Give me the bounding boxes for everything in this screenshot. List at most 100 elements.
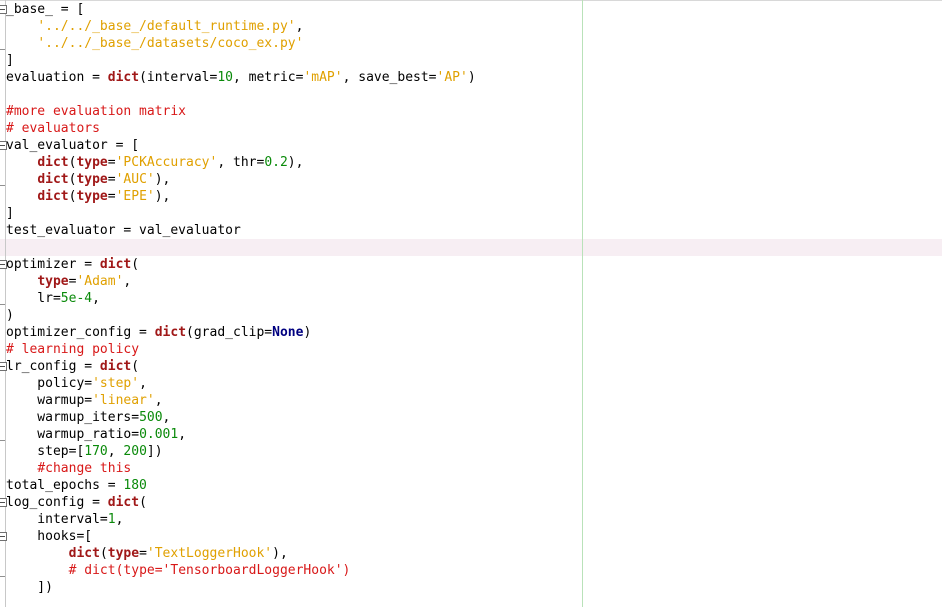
code-token: evaluation = bbox=[6, 70, 108, 85]
code-line[interactable]: policy='step', bbox=[6, 375, 147, 392]
code-line[interactable]: type='Adam', bbox=[6, 273, 131, 290]
fold-toggle-icon[interactable] bbox=[0, 532, 7, 541]
code-token: # evaluators bbox=[6, 121, 100, 136]
code-token: , bbox=[178, 427, 187, 442]
code-token: type bbox=[76, 172, 108, 187]
code-line[interactable]: lr_config = dict( bbox=[6, 358, 139, 375]
fold-end-marker bbox=[0, 304, 5, 305]
code-token: lr= bbox=[6, 291, 61, 306]
fold-toggle-icon[interactable] bbox=[0, 498, 7, 507]
fold-toggle-icon[interactable] bbox=[0, 260, 7, 269]
code-token: dict bbox=[107, 495, 140, 510]
code-token: type bbox=[76, 189, 108, 204]
code-line[interactable]: ]) bbox=[6, 579, 53, 596]
code-token: = bbox=[107, 172, 116, 187]
code-token: warmup_ratio= bbox=[6, 427, 140, 442]
code-token: , bbox=[115, 512, 124, 527]
code-token: , bbox=[295, 19, 304, 34]
code-token: '../../_base_/datasets/coco_ex.py' bbox=[37, 36, 304, 51]
code-token: ( bbox=[99, 546, 108, 561]
code-token: #change this bbox=[37, 461, 132, 476]
code-line[interactable]: ] bbox=[6, 52, 14, 69]
code-token: 'TextLoggerHook' bbox=[146, 546, 273, 561]
code-line[interactable]: dict(type='TextLoggerHook'), bbox=[6, 545, 288, 562]
code-token: , save_best= bbox=[342, 70, 437, 85]
code-line[interactable]: total_epochs = 180 bbox=[6, 477, 147, 494]
code-line[interactable]: # dict(type='TensorboardLoggerHook') bbox=[6, 562, 351, 579]
code-token: 0.2 bbox=[264, 155, 288, 170]
code-token: #more evaluation matrix bbox=[6, 104, 187, 119]
code-line[interactable]: dict(type='PCKAccuracy', thr=0.2), bbox=[6, 154, 303, 171]
code-token: 200 bbox=[123, 444, 147, 459]
code-line[interactable]: #change this bbox=[6, 460, 131, 477]
fold-end-marker bbox=[0, 440, 5, 441]
code-token: = bbox=[139, 546, 147, 561]
code-token: 170 bbox=[84, 444, 108, 459]
code-token: ), bbox=[154, 189, 171, 204]
code-token: dict bbox=[37, 189, 69, 204]
code-line[interactable]: optimizer = dict( bbox=[6, 256, 139, 273]
code-line[interactable]: warmup_iters=500, bbox=[6, 409, 170, 426]
code-token: , metric= bbox=[233, 70, 304, 85]
code-editor[interactable]: _base_ = [ '../../_base_/default_runtime… bbox=[0, 0, 942, 607]
code-line[interactable]: ) bbox=[6, 307, 14, 324]
code-token: dict bbox=[99, 359, 132, 374]
code-token: dict bbox=[99, 257, 132, 272]
code-token: 180 bbox=[123, 478, 147, 493]
editor-top-border bbox=[0, 0, 942, 1]
code-line[interactable]: '../../_base_/datasets/coco_ex.py' bbox=[6, 35, 303, 52]
fold-toggle-icon[interactable] bbox=[0, 141, 7, 150]
code-line[interactable]: _base_ = [ bbox=[6, 1, 84, 18]
code-line[interactable]: #more evaluation matrix bbox=[6, 103, 186, 120]
code-line[interactable]: # learning policy bbox=[6, 341, 139, 358]
code-token: ), bbox=[272, 546, 288, 561]
code-line[interactable]: val_evaluator = [ bbox=[6, 137, 139, 154]
current-line-highlight bbox=[0, 239, 942, 256]
fold-end-marker bbox=[0, 576, 5, 577]
code-token: ), bbox=[287, 155, 304, 170]
code-token: 'AUC' bbox=[115, 172, 155, 187]
code-line[interactable]: optimizer_config = dict(grad_clip=None) bbox=[6, 324, 311, 341]
code-line[interactable]: warmup_ratio=0.001, bbox=[6, 426, 186, 443]
code-line[interactable]: lr=5e-4, bbox=[6, 290, 100, 307]
code-line[interactable]: hooks=[ bbox=[6, 528, 92, 545]
code-line[interactable]: '../../_base_/default_runtime.py', bbox=[6, 18, 303, 35]
code-line[interactable]: log_config = dict( bbox=[6, 494, 147, 511]
code-line[interactable]: test_evaluator = val_evaluator bbox=[6, 222, 241, 239]
code-token: ]) bbox=[6, 580, 53, 595]
code-line[interactable]: evaluation = dict(interval=10, metric='m… bbox=[6, 69, 476, 86]
code-token: = bbox=[107, 155, 116, 170]
code-line[interactable]: # evaluators bbox=[6, 120, 100, 137]
code-token: type bbox=[107, 546, 140, 561]
code-token: warmup= bbox=[6, 393, 93, 408]
code-token: test_evaluator = val_evaluator bbox=[6, 223, 241, 238]
fold-toggle-icon[interactable] bbox=[0, 362, 7, 371]
code-line[interactable]: warmup='linear', bbox=[6, 392, 162, 409]
code-token: None bbox=[272, 325, 304, 340]
code-token: 'mAP' bbox=[303, 70, 343, 85]
code-token: _base_ = [ bbox=[6, 2, 85, 17]
code-line[interactable]: interval=1, bbox=[6, 511, 123, 528]
code-token: ]) bbox=[146, 444, 163, 459]
code-line[interactable]: ] bbox=[6, 205, 14, 222]
code-token: 'AP' bbox=[436, 70, 468, 85]
code-token: ) bbox=[6, 308, 14, 323]
code-token: = bbox=[107, 189, 116, 204]
code-token: 'PCKAccuracy' bbox=[115, 155, 218, 170]
code-line[interactable]: step=[170, 200]) bbox=[6, 443, 163, 460]
code-token: 10 bbox=[217, 70, 233, 85]
code-line[interactable]: dict(type='EPE'), bbox=[6, 188, 170, 205]
right-margin-guide bbox=[582, 0, 583, 607]
code-token: , bbox=[139, 376, 147, 391]
fold-end-marker bbox=[0, 185, 5, 186]
code-token: # dict(type='TensorboardLoggerHook') bbox=[68, 563, 351, 578]
code-token: ( bbox=[139, 495, 147, 510]
code-token: dict bbox=[37, 172, 69, 187]
code-token: dict bbox=[154, 325, 187, 340]
fold-toggle-icon[interactable] bbox=[0, 5, 7, 14]
code-token: ] bbox=[6, 206, 14, 221]
code-line[interactable]: dict(type='AUC'), bbox=[6, 171, 170, 188]
